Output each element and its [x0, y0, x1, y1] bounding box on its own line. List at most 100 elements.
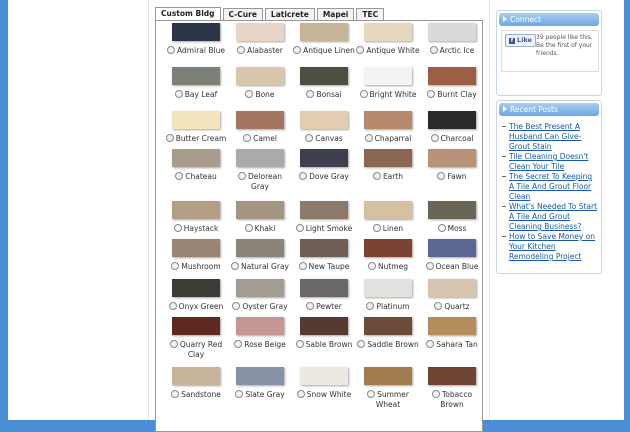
color-radio[interactable] [295, 340, 304, 348]
color-radio[interactable] [372, 172, 381, 180]
color-swatch[interactable] [172, 367, 220, 385]
color-option[interactable]: Antique White [356, 23, 420, 56]
color-radio[interactable] [305, 134, 314, 142]
color-option[interactable]: Sahara Tan [420, 317, 484, 350]
color-radio[interactable] [431, 390, 440, 398]
color-option[interactable]: Moss [420, 201, 484, 234]
color-option[interactable]: Butter Cream [164, 111, 228, 144]
color-option[interactable]: Snow White [292, 367, 356, 400]
color-swatch[interactable] [236, 111, 284, 129]
color-swatch[interactable] [300, 111, 348, 129]
color-swatch[interactable] [236, 23, 284, 41]
color-radio[interactable] [296, 390, 305, 398]
color-swatch[interactable] [364, 67, 412, 85]
color-radio[interactable] [243, 134, 252, 142]
color-radio[interactable] [437, 172, 446, 180]
color-swatch[interactable] [172, 67, 220, 85]
color-swatch[interactable] [172, 279, 220, 297]
tab-custom-bldg[interactable]: Custom Bldg [155, 7, 221, 21]
color-swatch[interactable] [172, 239, 220, 257]
color-radio[interactable] [364, 134, 373, 142]
color-swatch[interactable] [300, 149, 348, 167]
color-option[interactable]: Light Smoke [292, 201, 356, 234]
color-option[interactable]: Nutmeg [356, 239, 420, 272]
color-swatch[interactable] [428, 23, 476, 41]
color-swatch[interactable] [172, 317, 220, 335]
color-radio[interactable] [167, 46, 176, 54]
color-swatch[interactable] [428, 67, 476, 85]
color-option[interactable]: Ocean Blue [420, 239, 484, 272]
color-swatch[interactable] [364, 149, 412, 167]
color-radio[interactable] [298, 262, 307, 270]
color-option[interactable]: Dove Gray [292, 149, 356, 182]
color-option[interactable]: Mushroom [164, 239, 228, 272]
post-link[interactable]: What's Needed To Start A Tile And Grout … [509, 202, 597, 231]
color-radio[interactable] [231, 262, 239, 270]
color-swatch[interactable] [428, 317, 476, 335]
color-option[interactable]: Quartz [420, 279, 484, 312]
color-swatch[interactable] [364, 201, 412, 219]
color-radio[interactable] [306, 90, 315, 98]
color-option[interactable]: Bay Leaf [164, 67, 228, 100]
color-radio[interactable] [171, 390, 180, 398]
color-swatch[interactable] [300, 67, 348, 85]
color-swatch[interactable] [236, 279, 284, 297]
color-radio[interactable] [437, 224, 446, 232]
color-option[interactable]: Chateau [164, 149, 228, 182]
color-option[interactable]: Pewter [292, 279, 356, 312]
color-radio[interactable] [357, 340, 366, 348]
color-option[interactable]: Linen [356, 201, 420, 234]
post-link[interactable]: Tile Cleaning Doesn't Clean Your Tile [509, 152, 588, 171]
color-option[interactable]: Burnt Clay [420, 67, 484, 100]
color-radio[interactable] [165, 134, 174, 142]
color-option[interactable]: Sable Brown [292, 317, 356, 350]
color-swatch[interactable] [236, 367, 284, 385]
color-radio[interactable] [299, 172, 308, 180]
color-radio[interactable] [169, 340, 178, 348]
color-option[interactable]: Charcoal [420, 111, 484, 144]
color-swatch[interactable] [236, 149, 284, 167]
color-radio[interactable] [293, 46, 302, 54]
color-swatch[interactable] [172, 201, 220, 219]
color-radio[interactable] [434, 302, 443, 310]
color-swatch[interactable] [428, 239, 476, 257]
color-swatch[interactable] [364, 239, 412, 257]
facebook-like-button[interactable]: f Like [505, 34, 536, 47]
color-radio[interactable] [232, 302, 241, 310]
color-option[interactable]: Quarry Red Clay [164, 317, 228, 360]
color-swatch[interactable] [428, 149, 476, 167]
color-swatch[interactable] [236, 67, 284, 85]
color-swatch[interactable] [364, 23, 412, 41]
color-radio[interactable] [168, 302, 177, 310]
color-radio[interactable] [366, 302, 375, 310]
post-link[interactable]: The Best Present A Husband Can Give- Gro… [509, 122, 581, 151]
color-radio[interactable] [171, 262, 180, 270]
color-radio[interactable] [425, 262, 434, 270]
color-radio[interactable] [175, 172, 184, 180]
color-radio[interactable] [306, 302, 315, 310]
color-swatch[interactable] [364, 279, 412, 297]
color-swatch[interactable] [300, 279, 348, 297]
color-option[interactable]: Fawn [420, 149, 484, 182]
color-swatch[interactable] [236, 201, 284, 219]
color-radio[interactable] [359, 90, 368, 98]
color-swatch[interactable] [172, 23, 220, 41]
color-option[interactable]: Tobacco Brown [420, 367, 484, 410]
color-swatch[interactable] [364, 317, 412, 335]
color-radio[interactable] [427, 90, 436, 98]
color-swatch[interactable] [300, 23, 348, 41]
color-radio[interactable] [245, 90, 254, 98]
color-radio[interactable] [368, 262, 376, 270]
color-option[interactable]: Summer Wheat [356, 367, 420, 410]
color-radio[interactable] [237, 46, 246, 54]
color-swatch[interactable] [364, 111, 412, 129]
color-swatch[interactable] [428, 279, 476, 297]
color-swatch[interactable] [236, 239, 284, 257]
color-radio[interactable] [173, 224, 182, 232]
color-radio[interactable] [426, 340, 435, 348]
color-swatch[interactable] [172, 111, 220, 129]
color-radio[interactable] [372, 224, 381, 232]
color-radio[interactable] [235, 390, 244, 398]
color-radio[interactable] [430, 134, 439, 142]
color-swatch[interactable] [300, 201, 348, 219]
